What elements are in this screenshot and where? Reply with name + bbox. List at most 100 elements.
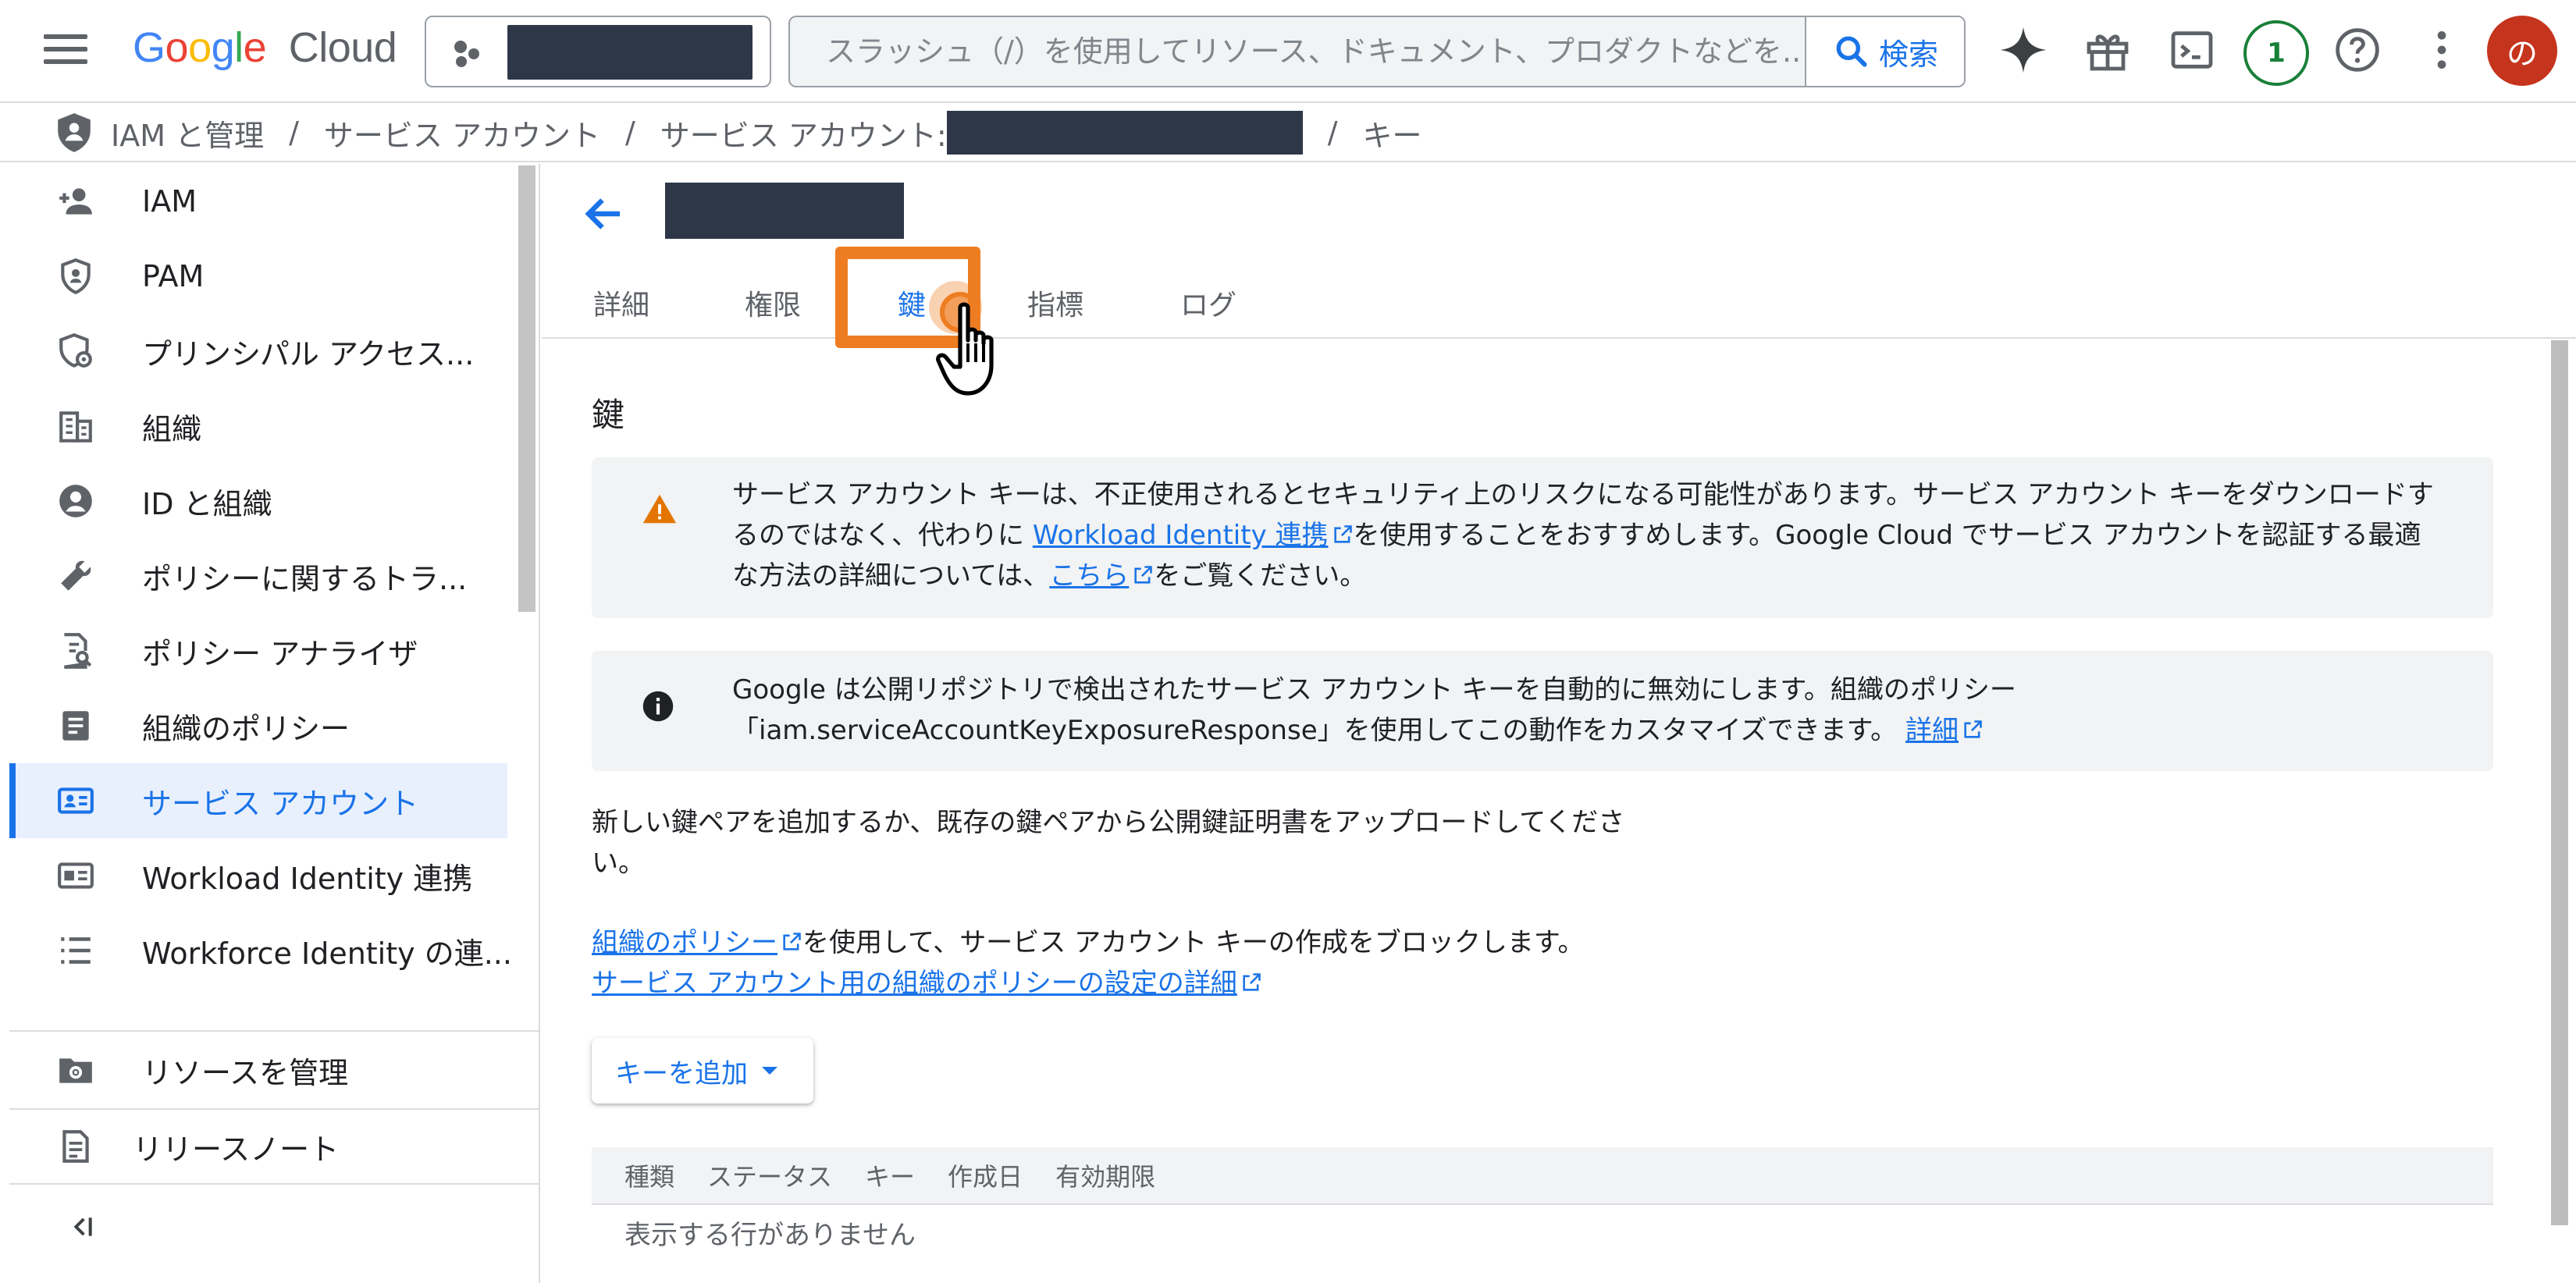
sidebar-release-notes[interactable]: リリースノート <box>9 1108 540 1183</box>
notification-badge[interactable]: 1 <box>2243 20 2309 86</box>
sidebar-item-label: ポリシー アナライザ <box>142 636 418 671</box>
breadcrumb-service-account[interactable]: サービス アカウント: <box>660 112 947 155</box>
shield-gear-icon <box>59 332 92 368</box>
sidebar-item-workforce-identity[interactable]: Workforce Identity の連... <box>9 913 512 988</box>
logo-google: Google <box>133 24 267 71</box>
tab-metrics[interactable]: 指標 <box>1027 283 1083 323</box>
sidebar-item-principal-access[interactable]: プリンシパル アクセス... <box>9 314 507 389</box>
tab-permissions[interactable]: 権限 <box>745 283 801 323</box>
person-add-icon <box>59 188 92 215</box>
table-header: 種類 ステータス キー 作成日 有効期限 <box>592 1147 2493 1205</box>
service-account-name-redacted <box>946 111 1303 155</box>
warning-icon <box>642 494 677 524</box>
external-link-icon <box>1333 525 1352 543</box>
sidebar-item-pam[interactable]: PAM <box>9 239 507 314</box>
warning-banner: サービス アカウント キーは、不正使用されるとセキュリティ上のリスクになる可能性… <box>592 457 2493 618</box>
main-menu-icon[interactable] <box>44 30 87 70</box>
sidebar-item-org-policies[interactable]: 組織のポリシー <box>9 688 507 763</box>
folder-gear-icon <box>59 1058 92 1083</box>
section-title: 鍵 <box>592 396 625 434</box>
sidebar-item-label: ポリシーに関するトラ... <box>142 561 468 596</box>
learn-more-link[interactable]: こちら <box>1049 560 1154 592</box>
sidebar-item-label: Workforce Identity の連... <box>142 936 512 971</box>
workload-identity-link[interactable]: Workload Identity 連携 <box>1033 520 1354 551</box>
search-bar: 検索 <box>788 16 1966 87</box>
top-bar: Google Cloud 検索 1 の <box>0 0 2576 103</box>
sidebar-item-policy-troubleshooter[interactable]: ポリシーに関するトラ... <box>9 538 507 613</box>
more-vert-icon[interactable] <box>2417 25 2467 75</box>
search-icon <box>1836 36 1867 67</box>
page-title-redacted <box>665 183 904 239</box>
sidebar-manage-resources[interactable]: リソースを管理 <box>9 1030 540 1108</box>
org-policy-link[interactable]: 組織のポリシー <box>592 927 802 958</box>
sidebar-item-label: PAM <box>142 259 205 293</box>
sidebar-item-organization[interactable]: 組織 <box>9 389 507 464</box>
details-link[interactable]: 詳細 <box>1905 715 1984 746</box>
wrench-icon <box>61 560 91 591</box>
info-text-body: Google は公開リポジトリで検出されたサービス アカウント キーを自動的に無… <box>732 674 2016 746</box>
sidebar-item-label: ID と組織 <box>142 486 272 521</box>
cloud-shell-icon[interactable] <box>2167 25 2217 75</box>
external-link-icon <box>1134 566 1153 584</box>
gemini-sparkle-icon[interactable] <box>1998 25 2048 75</box>
column-header-created[interactable]: 作成日 <box>948 1157 1023 1193</box>
sidebar-nav: IAM PAM プリンシパル アクセス... 組織 ID と組織 ポリシーに関す… <box>9 164 512 988</box>
iam-shield-icon <box>58 113 91 152</box>
org-policy-details-link[interactable]: サービス アカウント用の組織のポリシーの設定の詳細 <box>592 968 1262 999</box>
keys-table: 種類 ステータス キー 作成日 有効期限 表示する行がありません <box>592 1147 2493 1260</box>
gift-icon[interactable] <box>2083 25 2133 75</box>
shield-icon <box>61 258 91 295</box>
sidebar-collapse-button[interactable] <box>9 1183 540 1269</box>
main-scrollbar[interactable] <box>2551 340 2568 1225</box>
intro-text: 新しい鍵ペアを追加するか、既存の鍵ペアから公開鍵証明書をアップロードしてください… <box>592 807 1625 879</box>
building-icon <box>59 411 92 442</box>
tab-details[interactable]: 詳細 <box>593 283 649 323</box>
list-icon <box>61 937 91 964</box>
sidebar: IAM PAM プリンシパル アクセス... 組織 ID と組織 ポリシーに関す… <box>0 164 540 1283</box>
breadcrumb-separator: / <box>289 116 299 150</box>
policy-text-body: を使用して、サービス アカウント キーの作成をブロックします。 <box>802 927 1585 958</box>
sidebar-scrollbar[interactable] <box>518 165 535 612</box>
search-button[interactable]: 検索 <box>1805 17 1964 86</box>
sidebar-item-workload-identity[interactable]: Workload Identity 連携 <box>9 838 507 913</box>
sidebar-item-label: 組織 <box>142 411 202 446</box>
sidebar-item-identity-organization[interactable]: ID と組織 <box>9 464 507 538</box>
avatar[interactable]: の <box>2487 16 2557 86</box>
sidebar-bottom-label: リソースを管理 <box>142 1055 349 1090</box>
policy-text: 組織のポリシー を使用して、サービス アカウント キーの作成をブロックします。 サ… <box>592 922 1841 1004</box>
column-header-status[interactable]: ステータス <box>707 1157 832 1193</box>
column-header-expires[interactable]: 有効期限 <box>1055 1157 1155 1193</box>
sidebar-item-label: Workload Identity 連携 <box>142 861 473 896</box>
breadcrumb-service-accounts[interactable]: サービス アカウント <box>324 112 600 155</box>
sidebar-item-policy-analyzer[interactable]: ポリシー アナライザ <box>9 613 507 688</box>
account-circle-icon <box>59 485 92 517</box>
project-name-redacted <box>507 25 753 80</box>
search-button-label: 検索 <box>1878 37 1938 72</box>
column-header-key[interactable]: キー <box>865 1157 915 1193</box>
google-cloud-logo[interactable]: Google Cloud <box>133 23 397 78</box>
tab-logs[interactable]: ログ <box>1180 283 1236 323</box>
info-banner: Google は公開リポジトリで検出されたサービス アカウント キーを自動的に無… <box>592 651 2493 771</box>
warning-text-after: をご覧ください。 <box>1154 560 1367 592</box>
search-input[interactable] <box>792 19 1802 84</box>
project-picker[interactable] <box>425 16 771 87</box>
back-arrow-icon[interactable] <box>581 190 628 237</box>
sidebar-item-service-accounts[interactable]: サービス アカウント <box>9 763 507 838</box>
document-search-icon <box>64 633 92 669</box>
sidebar-item-label: プリンシパル アクセス... <box>142 336 475 371</box>
project-icon <box>454 41 482 67</box>
column-header-type[interactable]: 種類 <box>624 1157 674 1193</box>
collapse-icon <box>73 1217 92 1236</box>
service-account-icon <box>58 787 94 814</box>
add-key-button[interactable]: キーを追加 <box>592 1038 813 1104</box>
breadcrumb-iam[interactable]: IAM と管理 <box>111 112 264 155</box>
breadcrumb-separator: / <box>1327 116 1338 150</box>
breadcrumb: IAM と管理 / サービス アカウント / サービス アカウント: / キー <box>0 105 2576 162</box>
sidebar-item-iam[interactable]: IAM <box>9 164 507 239</box>
release-notes-icon <box>62 1130 89 1163</box>
help-icon[interactable] <box>2332 25 2382 75</box>
id-card-icon <box>58 862 94 889</box>
info-text: Google は公開リポジトリで検出されたサービス アカウント キーを自動的に無… <box>732 670 2056 751</box>
keys-content: 鍵 サービス アカウント キーは、不正使用されるとセキュリティ上のリスクになる可… <box>542 340 2548 1283</box>
table-empty-message: 表示する行がありません <box>624 1219 916 1251</box>
